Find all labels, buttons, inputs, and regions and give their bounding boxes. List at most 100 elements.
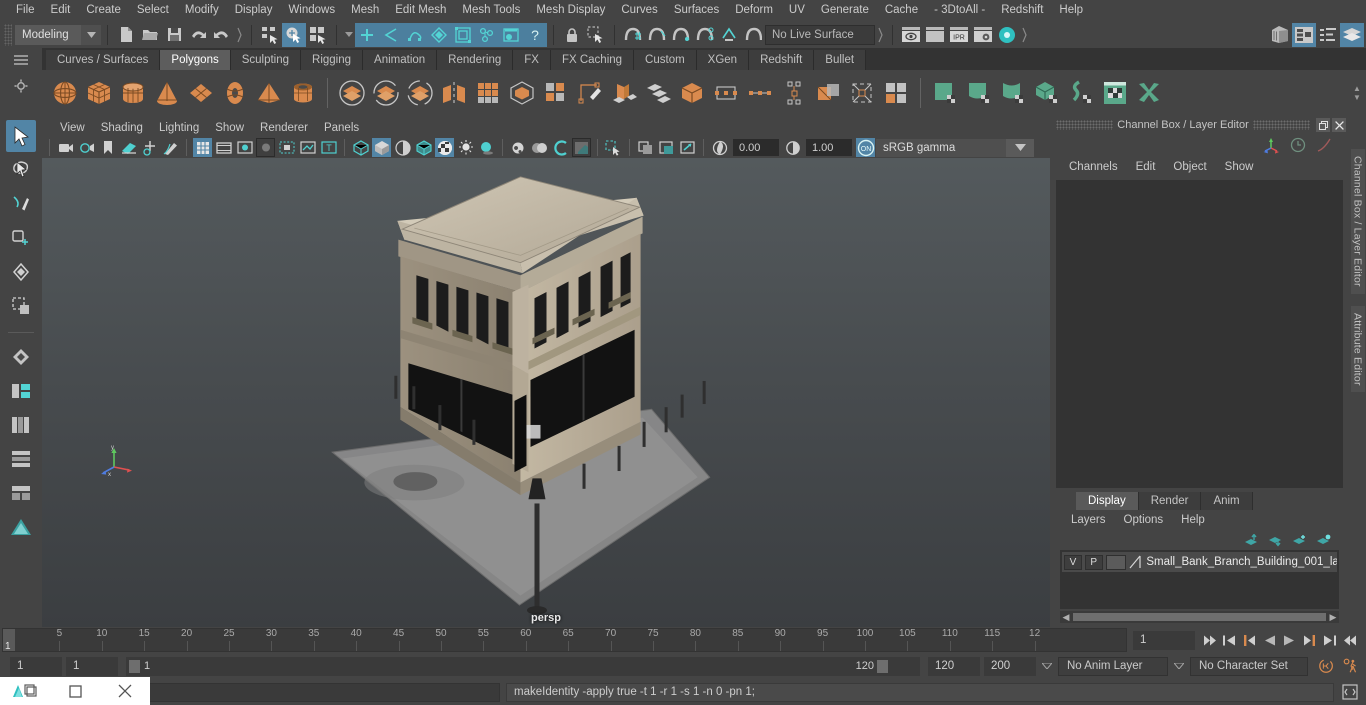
ipr-render-icon[interactable]: IPR — [947, 23, 971, 47]
play-backwards-icon[interactable] — [1261, 631, 1278, 649]
restore-icon[interactable] — [1316, 118, 1330, 132]
menu-mesh[interactable]: Mesh — [343, 0, 387, 21]
offset-edge-loop-icon[interactable] — [777, 73, 811, 113]
go-to-end-icon[interactable] — [1341, 631, 1358, 649]
range-start-field[interactable]: 1 — [10, 656, 62, 676]
range-slider[interactable]: 1 120 — [126, 656, 920, 676]
menu-modify[interactable]: Modify — [177, 0, 227, 21]
scroll-left-icon[interactable]: ◀ — [1060, 612, 1072, 623]
color-transform-field[interactable]: sRGB gamma — [876, 138, 1006, 157]
bevel-icon[interactable] — [607, 73, 641, 113]
viewport-menu-lighting[interactable]: Lighting — [151, 122, 207, 134]
step-back-keyframe-icon[interactable] — [1221, 631, 1238, 649]
exposure-icon[interactable] — [710, 138, 729, 157]
shelf-tab-custom[interactable]: Custom — [634, 50, 697, 70]
layer-menu-options[interactable]: Options — [1115, 514, 1173, 526]
new-layer-icon[interactable] — [1292, 534, 1307, 547]
chevron-down-icon[interactable] — [343, 25, 355, 45]
quad-draw-icon[interactable] — [539, 73, 573, 113]
open-scene-icon[interactable] — [138, 23, 162, 47]
shelf-tab-rendering[interactable]: Rendering — [437, 50, 514, 70]
menu-help[interactable]: Help — [1051, 0, 1091, 21]
scroll-right-icon[interactable]: ▶ — [1327, 612, 1339, 623]
uv-plane-icon[interactable] — [928, 73, 962, 113]
tab-render[interactable]: Render — [1138, 492, 1202, 510]
shadows-icon[interactable] — [477, 138, 496, 157]
wireframe-icon[interactable] — [351, 138, 370, 157]
selection-mask-icon[interactable] — [584, 23, 608, 47]
menu-file[interactable]: File — [8, 0, 43, 21]
select-object-icon[interactable] — [282, 22, 306, 47]
multi-cut-icon[interactable] — [675, 73, 709, 113]
time-slider[interactable]: 1 5 10 15 20 25 30 35 40 45 50 55 60 65 70 75 80 85 90 95 1… — [2, 628, 1127, 652]
viewport-menu-view[interactable]: View — [52, 122, 93, 134]
safe-action-icon[interactable] — [298, 138, 317, 157]
image-plane-icon[interactable] — [119, 138, 138, 157]
uv-sphere-icon[interactable] — [996, 73, 1030, 113]
uv-editor-icon[interactable] — [1098, 73, 1132, 113]
snap-live-icon[interactable] — [499, 22, 523, 47]
poly-pipe-icon[interactable] — [286, 73, 320, 113]
detach-icon[interactable] — [879, 73, 913, 113]
menu-edit[interactable]: Edit — [43, 0, 79, 21]
view-cube-icon[interactable] — [678, 138, 697, 157]
shelf-tab-animation[interactable]: Animation — [363, 50, 438, 70]
panel-grip-right[interactable] — [1252, 120, 1310, 130]
layer-menu-layers[interactable]: Layers — [1062, 514, 1115, 526]
shelf-tab-fx[interactable]: FX — [513, 50, 551, 70]
viewport-menu-shading[interactable]: Shading — [93, 122, 151, 134]
shelf-tab-xgen[interactable]: XGen — [696, 50, 750, 70]
curve-icon[interactable] — [1316, 137, 1332, 153]
move-tool[interactable] — [6, 222, 36, 254]
menu-curves[interactable]: Curves — [613, 0, 665, 21]
step-forward-frame-icon[interactable] — [1301, 631, 1318, 649]
2d-pan-zoom-icon[interactable] — [140, 138, 159, 157]
shelf-tab-curves-surfaces[interactable]: Curves / Surfaces — [46, 50, 161, 70]
redshift-render-icon[interactable] — [995, 23, 1019, 47]
script-editor-icon[interactable] — [1340, 682, 1360, 702]
menu-generate[interactable]: Generate — [813, 0, 877, 21]
snap-projected-center-icon[interactable] — [451, 22, 475, 47]
tab-display[interactable]: Display — [1076, 492, 1139, 510]
paint-select-tool[interactable] — [6, 188, 36, 220]
select-tool[interactable] — [6, 120, 36, 152]
playback-start-field[interactable]: 120 — [928, 656, 980, 676]
last-tool-used[interactable] — [6, 341, 36, 373]
snap-curve-icon[interactable] — [379, 22, 403, 47]
layer-playback-toggle[interactable]: P — [1084, 554, 1103, 570]
bookmark-icon[interactable] — [98, 138, 117, 157]
chevron-down-icon[interactable] — [81, 24, 101, 45]
play-forwards-icon[interactable] — [1281, 631, 1298, 649]
snap-grid-icon[interactable] — [355, 22, 379, 47]
shelf-tab-sculpting[interactable]: Sculpting — [230, 50, 302, 70]
viewport-menu-show[interactable]: Show — [207, 122, 252, 134]
show-hide-editors-icon[interactable] — [1268, 23, 1292, 47]
redo-render-icon[interactable] — [923, 23, 947, 47]
menu-redshift[interactable]: Redshift — [993, 0, 1051, 21]
new-scene-icon[interactable] — [114, 23, 138, 47]
clock-icon[interactable] — [1290, 137, 1306, 153]
channel-menu-object[interactable]: Object — [1164, 161, 1215, 173]
new-layer-from-selected-icon[interactable] — [1316, 534, 1331, 547]
target-weld-icon[interactable] — [709, 73, 743, 113]
magnet-live-icon[interactable] — [717, 23, 741, 47]
connect-icon[interactable] — [811, 73, 845, 113]
character-set-field[interactable]: No Character Set — [1190, 656, 1308, 676]
layout-4panes-icon[interactable] — [6, 477, 36, 509]
uv-layout-icon[interactable] — [1132, 73, 1166, 113]
shelf-tab-fx-caching[interactable]: FX Caching — [550, 50, 635, 70]
chevron-down-icon[interactable] — [1006, 138, 1034, 157]
menu-display[interactable]: Display — [227, 0, 281, 21]
poly-cube-icon[interactable] — [82, 73, 116, 113]
move-layer-up-icon[interactable] — [1244, 533, 1259, 547]
select-component-icon[interactable] — [306, 23, 330, 47]
boolean-difference-icon[interactable] — [369, 73, 403, 113]
channel-menu-edit[interactable]: Edit — [1127, 161, 1165, 173]
layer-color-swatch[interactable] — [1105, 554, 1127, 570]
go-to-start-icon[interactable] — [1201, 631, 1218, 649]
menu-deform[interactable]: Deform — [727, 0, 781, 21]
current-frame-field[interactable]: 1 — [1133, 630, 1195, 650]
statusline-grip[interactable] — [4, 23, 12, 46]
render-current-frame-icon[interactable] — [899, 23, 923, 47]
extrude-icon[interactable] — [573, 73, 607, 113]
